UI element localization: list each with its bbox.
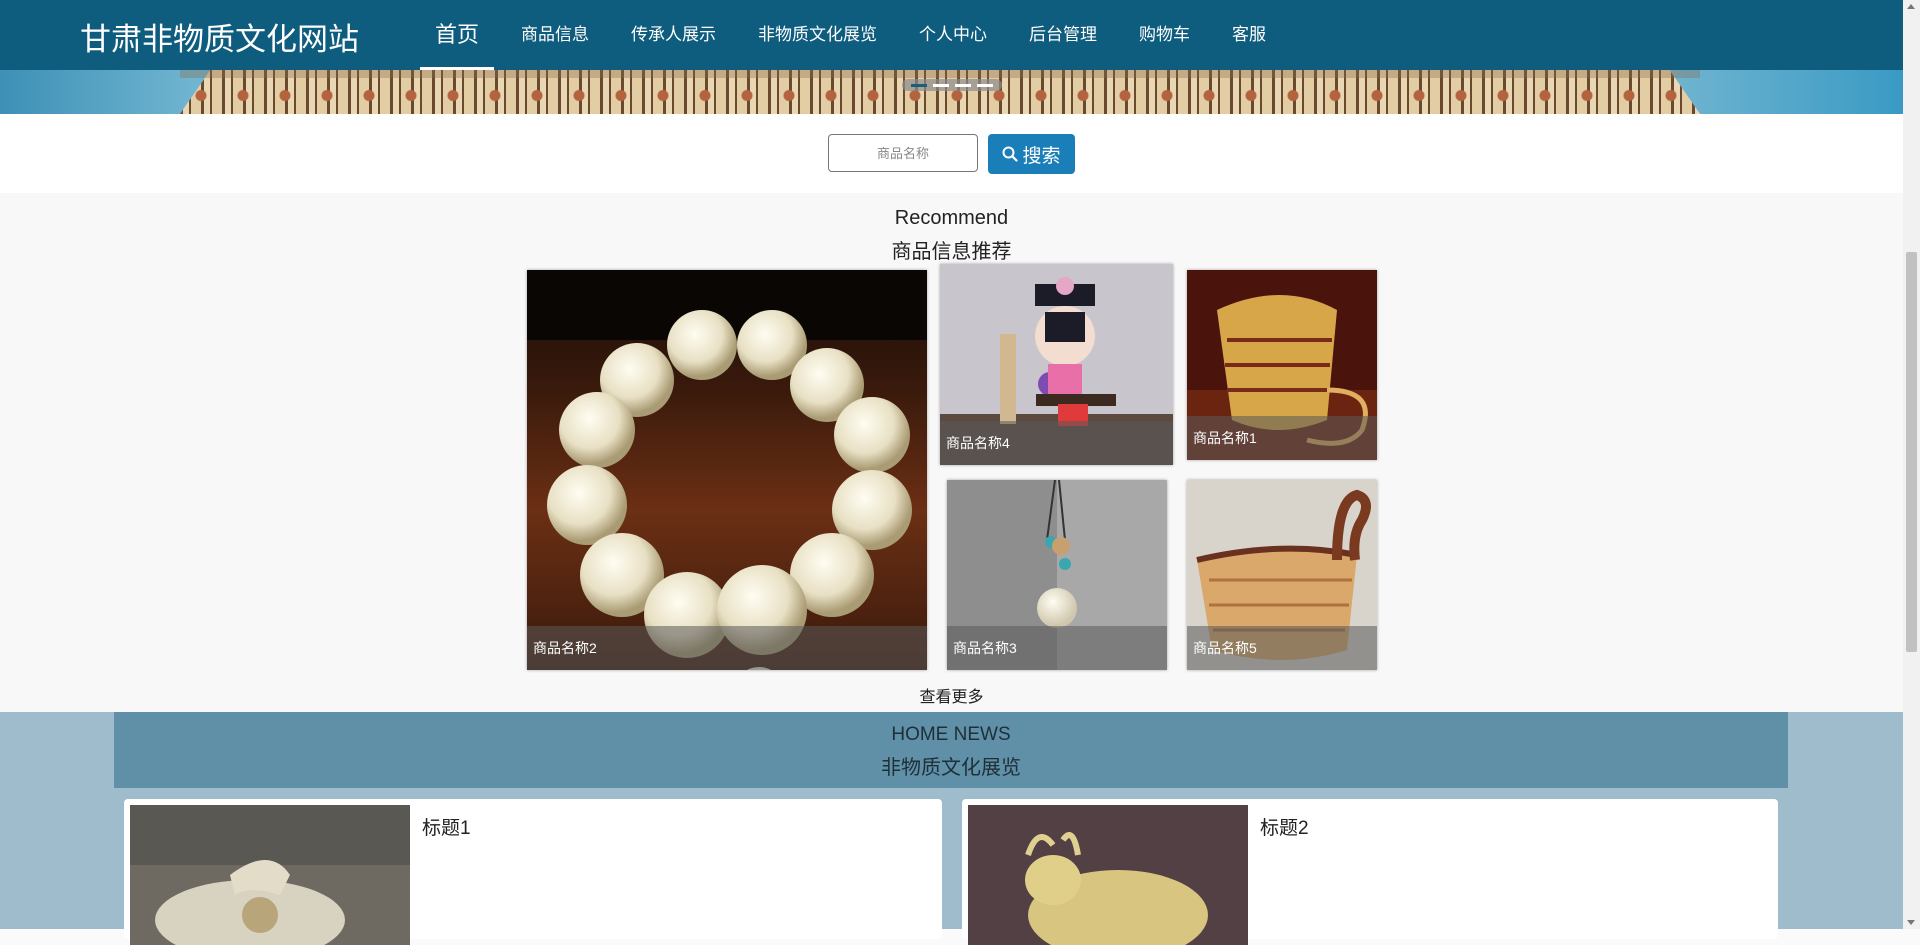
search-icon bbox=[1002, 146, 1019, 162]
nav-item-products[interactable]: 商品信息 bbox=[500, 0, 610, 70]
recommend-title-cn: 商品信息推荐 bbox=[891, 241, 1012, 263]
top-header: 甘肃非物质文化网站 首页 商品信息 传承人展示 非物质文化展览 个人中心 后台管… bbox=[0, 0, 1903, 70]
carousel-dot-2[interactable] bbox=[933, 83, 949, 87]
news-card-1[interactable]: 标题1 bbox=[124, 799, 942, 945]
product-name: 商品名称5 bbox=[1187, 626, 1377, 670]
search-button-label: 搜索 bbox=[1022, 145, 1061, 167]
nav-item-personal-center[interactable]: 个人中心 bbox=[898, 0, 1008, 70]
search-button[interactable]: 搜索 bbox=[988, 134, 1075, 174]
nav-item-exhibition[interactable]: 非物质文化展览 bbox=[737, 0, 898, 70]
scroll-thumb[interactable] bbox=[1906, 252, 1917, 652]
news-image-1 bbox=[130, 805, 410, 945]
news-header: HOME NEWS 非物质文化展览 bbox=[114, 712, 1788, 788]
scroll-up-arrow-icon[interactable] bbox=[1907, 4, 1915, 9]
scroll-down-arrow-icon[interactable] bbox=[1907, 920, 1915, 925]
news-title: 标题1 bbox=[422, 818, 471, 839]
product-card-4[interactable]: 商品名称4 bbox=[940, 264, 1173, 465]
nav-item-admin[interactable]: 后台管理 bbox=[1008, 0, 1118, 70]
recommend-section: Recommend 商品信息推荐 商品名称2 商品名称4 商品名称1 商品名称3… bbox=[0, 193, 1903, 712]
recommend-title-en: Recommend bbox=[894, 207, 1009, 229]
product-name: 商品名称4 bbox=[940, 421, 1173, 465]
nav-item-cart[interactable]: 购物车 bbox=[1118, 0, 1211, 70]
banner-frieze-edge bbox=[180, 70, 1700, 78]
search-bar: 搜索 bbox=[0, 114, 1903, 193]
product-card-3[interactable]: 商品名称3 bbox=[947, 480, 1167, 670]
carousel-dot-3[interactable] bbox=[955, 83, 971, 87]
product-card-1[interactable]: 商品名称1 bbox=[1187, 270, 1377, 460]
carousel-dot-1[interactable] bbox=[911, 83, 927, 87]
product-card-5[interactable]: 商品名称5 bbox=[1187, 480, 1377, 670]
product-name: 商品名称2 bbox=[527, 626, 927, 670]
news-section: HOME NEWS 非物质文化展览 标题1 标题2 bbox=[0, 712, 1903, 945]
site-title[interactable]: 甘肃非物质文化网站 bbox=[80, 14, 359, 59]
news-title-cn: 非物质文化展览 bbox=[881, 757, 1021, 779]
product-card-2[interactable]: 商品名称2 bbox=[527, 270, 927, 670]
nav-item-home[interactable]: 首页 bbox=[414, 0, 500, 70]
product-name: 商品名称1 bbox=[1187, 416, 1377, 460]
news-title-en: HOME NEWS bbox=[891, 724, 1011, 745]
carousel-dot-4[interactable] bbox=[977, 83, 993, 87]
product-image-bracelet bbox=[527, 270, 927, 670]
news-image-2 bbox=[968, 805, 1248, 945]
news-card-2[interactable]: 标题2 bbox=[962, 799, 1778, 945]
product-name: 商品名称3 bbox=[947, 626, 1167, 670]
nav-item-inheritors[interactable]: 传承人展示 bbox=[610, 0, 737, 70]
news-title: 标题2 bbox=[1260, 818, 1309, 839]
view-more-link[interactable]: 查看更多 bbox=[0, 683, 1903, 707]
carousel-indicators bbox=[902, 79, 1002, 91]
page-scrollbar[interactable] bbox=[1903, 0, 1920, 929]
search-input[interactable] bbox=[828, 134, 978, 172]
nav-item-service[interactable]: 客服 bbox=[1211, 0, 1287, 70]
main-nav: 首页 商品信息 传承人展示 非物质文化展览 个人中心 后台管理 购物车 客服 bbox=[414, 0, 1287, 70]
